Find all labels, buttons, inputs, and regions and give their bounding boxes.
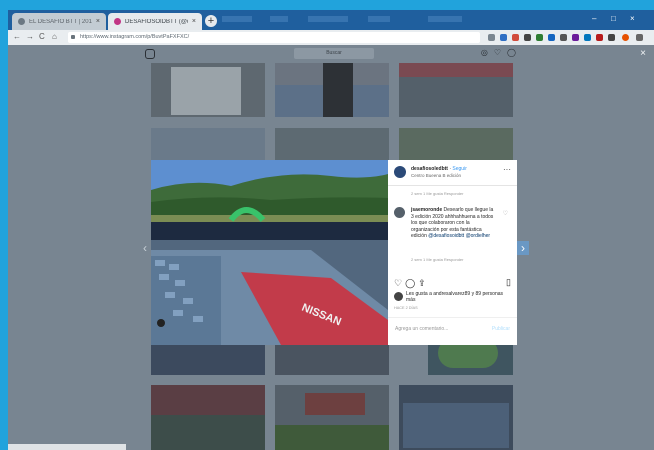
previous-post-arrow-icon[interactable]: ‹ bbox=[139, 241, 151, 255]
menu-icon[interactable] bbox=[636, 34, 643, 41]
extension-icon[interactable] bbox=[596, 34, 603, 41]
new-tab-button[interactable]: + bbox=[205, 15, 217, 27]
comment-meta: 2 sem 1 Me gusta Responder bbox=[411, 191, 464, 196]
back-button[interactable]: ← bbox=[13, 32, 21, 41]
more-options-icon[interactable]: ··· bbox=[503, 165, 511, 174]
grid-post[interactable] bbox=[275, 345, 389, 375]
post-detail-panel: desafiosoledbtt · Seguir Centro Bueena B… bbox=[388, 160, 517, 345]
avatar[interactable] bbox=[394, 207, 405, 218]
tab-strip: EL DESAFÍO BTT | 2019 - Desafí... × DESA… bbox=[8, 10, 654, 30]
titlebar-decoration bbox=[222, 16, 252, 22]
tab-desafio[interactable]: EL DESAFÍO BTT | 2019 - Desafí... × bbox=[12, 13, 106, 30]
publish-button[interactable]: Publicar bbox=[492, 326, 510, 332]
extension-icon[interactable] bbox=[524, 34, 531, 41]
tab-label: DESAFIOSOIDBTT (@desafiosoi... bbox=[125, 18, 188, 25]
add-comment-input[interactable]: Agrega un comentario... bbox=[395, 326, 448, 332]
extension-icon[interactable] bbox=[548, 34, 555, 41]
next-post-arrow-icon[interactable]: › bbox=[517, 241, 529, 255]
grid-post[interactable] bbox=[275, 63, 389, 117]
globe-icon bbox=[18, 18, 25, 25]
post-header: desafiosoledbtt · Seguir Centro Bueena B… bbox=[388, 160, 517, 186]
tab-instagram[interactable]: DESAFIOSOIDBTT (@desafiosoi... × bbox=[108, 13, 202, 30]
maximize-button[interactable]: □ bbox=[611, 14, 616, 23]
home-button[interactable]: ⌂ bbox=[52, 32, 57, 41]
grid-post[interactable] bbox=[151, 385, 265, 450]
profile-icon[interactable] bbox=[622, 34, 629, 41]
address-toolbar: ← → C ⌂ https://www.instagram.com/p/Buvt… bbox=[8, 30, 654, 45]
grid-post[interactable] bbox=[275, 128, 389, 160]
titlebar-decoration bbox=[308, 16, 348, 22]
extension-icon[interactable] bbox=[536, 34, 543, 41]
browser-window: EL DESAFÍO BTT | 2019 - Desafí... × DESA… bbox=[8, 10, 654, 450]
post-photo: NISSAN bbox=[151, 160, 388, 345]
tab-label: EL DESAFÍO BTT | 2019 - Desafí... bbox=[29, 18, 92, 25]
post-actions[interactable]: ♡◯⇪ bbox=[394, 278, 429, 289]
minimize-button[interactable]: – bbox=[592, 14, 596, 23]
bookmark-icon[interactable]: ▯ bbox=[506, 277, 511, 288]
post-location[interactable]: Centro Bueena B edición bbox=[411, 173, 461, 178]
grid-post[interactable] bbox=[399, 128, 513, 160]
status-bar bbox=[8, 444, 126, 450]
instagram-header: Buscar ◎♡◯ bbox=[139, 45, 524, 63]
titlebar-decoration bbox=[428, 16, 462, 22]
avatar[interactable] bbox=[394, 166, 406, 178]
likes-summary[interactable]: Les gusta a andresalvarez89 y 89 persona… bbox=[406, 291, 506, 303]
instagram-page: Buscar ◎♡◯ × ‹ › NISSAN desafiosoledbtt … bbox=[8, 45, 654, 450]
reload-button[interactable]: C bbox=[39, 32, 45, 41]
forward-button[interactable]: → bbox=[26, 32, 34, 41]
lock-icon bbox=[71, 35, 75, 39]
post-author: desafiosoledbtt · Seguir bbox=[411, 166, 467, 172]
tab-close-icon[interactable]: × bbox=[192, 18, 196, 25]
extension-icon[interactable] bbox=[584, 34, 591, 41]
instagram-camera-icon[interactable] bbox=[145, 49, 155, 59]
grid-post[interactable] bbox=[275, 385, 389, 450]
titlebar-decoration bbox=[270, 16, 288, 22]
close-window-button[interactable]: × bbox=[630, 14, 635, 23]
extension-icon[interactable] bbox=[560, 34, 567, 41]
close-modal-icon[interactable]: × bbox=[640, 48, 646, 59]
comment-text: jsaemoronde Desearlo que llegue la 3 edi… bbox=[411, 207, 497, 240]
titlebar-decoration bbox=[368, 16, 390, 22]
grid-post[interactable] bbox=[399, 63, 513, 117]
post-timestamp: HACE 2 DÍAS bbox=[394, 306, 418, 310]
author-username[interactable]: desafiosoledbtt bbox=[411, 166, 448, 172]
extension-icon[interactable] bbox=[512, 34, 519, 41]
comment-meta: 2 sem 1 Me gusta Responder bbox=[411, 257, 464, 262]
grid-post[interactable] bbox=[151, 345, 265, 375]
grid-post[interactable] bbox=[151, 63, 265, 117]
extension-icon[interactable] bbox=[572, 34, 579, 41]
star-icon[interactable] bbox=[488, 34, 495, 41]
url-input[interactable]: https://www.instagram.com/p/BuvtPaFXFXC/ bbox=[68, 32, 480, 43]
extension-icon[interactable] bbox=[500, 34, 507, 41]
comment-username[interactable]: jsaemoronde bbox=[411, 207, 442, 213]
grid-post[interactable] bbox=[151, 128, 265, 160]
add-comment-bar: Agrega un comentario... Publicar bbox=[388, 317, 517, 346]
extension-icon[interactable] bbox=[608, 34, 615, 41]
grid-post[interactable] bbox=[399, 385, 513, 450]
follow-button[interactable]: Seguir bbox=[452, 166, 466, 172]
tab-close-icon[interactable]: × bbox=[96, 18, 100, 25]
avatar[interactable] bbox=[394, 292, 403, 301]
comment-tags[interactable]: @desafiosoidbtt @ordielher bbox=[428, 233, 490, 239]
comment-like-icon[interactable]: ♡ bbox=[503, 210, 508, 217]
search-input[interactable]: Buscar bbox=[294, 48, 374, 59]
instagram-icon bbox=[114, 18, 121, 25]
header-icons[interactable]: ◎♡◯ bbox=[481, 48, 522, 57]
